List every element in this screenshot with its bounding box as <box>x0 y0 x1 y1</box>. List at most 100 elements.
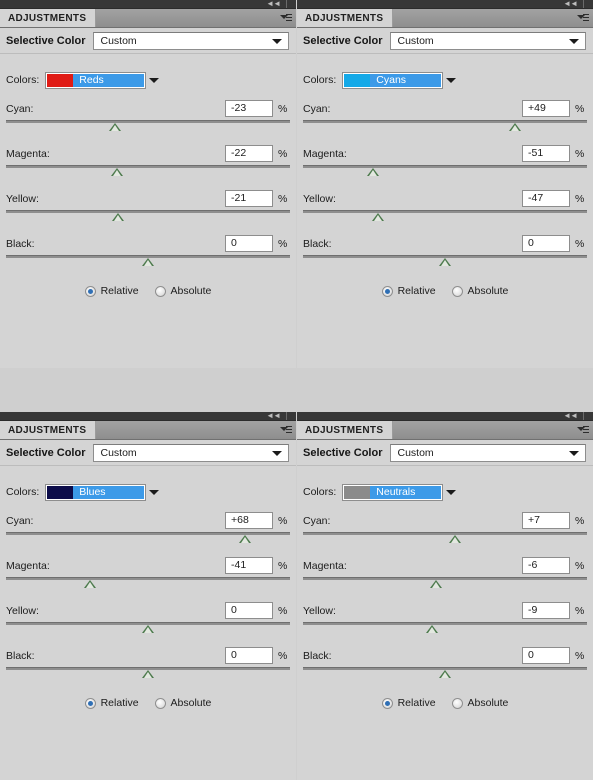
tab-adjustments[interactable]: ADJUSTMENTS <box>0 9 97 27</box>
slider-value-input[interactable]: +68 <box>225 512 273 529</box>
preset-dropdown[interactable]: Custom <box>390 31 586 50</box>
slider-thumb[interactable] <box>142 670 154 678</box>
slider-value-input[interactable]: +7 <box>522 512 570 529</box>
colors-dropdown[interactable]: Reds <box>45 71 147 89</box>
slider-thumb[interactable] <box>238 535 251 543</box>
slider-value-input[interactable]: -6 <box>522 557 570 574</box>
slider-thumb[interactable] <box>426 625 439 633</box>
slider-thumb[interactable] <box>430 580 443 588</box>
tab-adjustments[interactable]: ADJUSTMENTS <box>297 421 394 439</box>
slider-track-wrap[interactable] <box>6 577 290 593</box>
tab-adjustments[interactable]: ADJUSTMENTS <box>0 421 97 439</box>
slider-track-wrap[interactable] <box>6 255 290 271</box>
colors-dropdown-arrow[interactable] <box>443 484 459 501</box>
radio-relative[interactable]: Relative <box>84 285 139 297</box>
slider-track-wrap[interactable] <box>303 667 587 683</box>
slider-value-input[interactable]: +49 <box>522 100 570 117</box>
colors-dropdown-arrow[interactable] <box>146 72 162 89</box>
slider-value-input[interactable]: 0 <box>225 647 273 664</box>
collapse-to-icons-icon[interactable]: ◄◄ <box>266 412 281 420</box>
radio-absolute[interactable]: Absolute <box>451 697 508 709</box>
slider-value-input[interactable]: 0 <box>522 235 570 252</box>
slider-track-wrap[interactable] <box>6 622 290 638</box>
radio-relative-indicator[interactable] <box>84 285 96 297</box>
slider-thumb[interactable] <box>366 168 379 176</box>
slider-thumb[interactable] <box>142 258 154 266</box>
slider-track-wrap[interactable] <box>6 667 290 683</box>
preset-dropdown[interactable]: Custom <box>93 443 289 462</box>
collapse-to-icons-icon[interactable]: ◄◄ <box>563 412 578 420</box>
panel-menu-icon[interactable] <box>577 425 589 435</box>
slider-track-wrap[interactable] <box>303 532 587 548</box>
panel-menu-icon[interactable] <box>280 425 292 435</box>
slider-thumb[interactable] <box>112 213 125 221</box>
radio-relative-indicator[interactable] <box>84 697 96 709</box>
slider-value-input[interactable]: 0 <box>522 647 570 664</box>
colors-dropdown[interactable]: Cyans <box>342 71 444 89</box>
radio-absolute-indicator[interactable] <box>451 697 463 709</box>
radio-relative[interactable]: Relative <box>381 697 436 709</box>
slider-black: Black: 0 % <box>6 647 290 683</box>
slider-thumb[interactable] <box>110 168 123 176</box>
radio-absolute[interactable]: Absolute <box>154 697 211 709</box>
slider-value-input[interactable]: -47 <box>522 190 570 207</box>
slider-track-wrap[interactable] <box>303 120 587 136</box>
adjustments-panel-blues: ◄◄ ADJUSTMENTS Selective Color Custom Co… <box>0 412 296 780</box>
radio-relative-indicator[interactable] <box>381 697 393 709</box>
slider-value-input[interactable]: -9 <box>522 602 570 619</box>
collapse-to-icons-icon[interactable]: ◄◄ <box>563 0 578 8</box>
color-group-value: Cyans <box>370 73 442 87</box>
radio-absolute-label: Absolute <box>170 285 212 297</box>
radio-relative[interactable]: Relative <box>381 285 436 297</box>
slider-thumb[interactable] <box>439 670 451 678</box>
slider-thumb[interactable] <box>439 258 451 266</box>
percent-label: % <box>278 102 288 115</box>
radio-absolute[interactable]: Absolute <box>154 285 212 297</box>
panel-menu-icon[interactable] <box>577 13 589 23</box>
colors-dropdown[interactable]: Neutrals <box>342 483 444 501</box>
slider-track-wrap[interactable] <box>6 532 290 548</box>
slider-value-input[interactable]: -21 <box>225 190 273 207</box>
chevron-down-icon <box>149 78 160 83</box>
radio-relative-indicator[interactable] <box>381 285 393 297</box>
slider-track-wrap[interactable] <box>303 577 587 593</box>
slider-thumb[interactable] <box>508 123 521 131</box>
slider-track-wrap[interactable] <box>6 210 290 226</box>
radio-absolute[interactable]: Absolute <box>451 285 508 297</box>
slider-track-wrap[interactable] <box>303 210 587 226</box>
radio-absolute-indicator[interactable] <box>154 697 166 709</box>
slider-label: Magenta: <box>6 147 50 160</box>
slider-thumb[interactable] <box>372 213 385 221</box>
slider-cyan: Cyan: +49 % <box>303 100 587 136</box>
slider-value-input[interactable]: -41 <box>225 557 273 574</box>
preset-dropdown[interactable]: Custom <box>93 31 289 50</box>
tab-adjustments[interactable]: ADJUSTMENTS <box>297 9 394 27</box>
colors-dropdown-arrow[interactable] <box>146 484 162 501</box>
slider-thumb[interactable] <box>83 580 96 588</box>
radio-relative[interactable]: Relative <box>84 697 139 709</box>
panel-tab-bar: ADJUSTMENTS <box>297 421 593 440</box>
slider-track-wrap[interactable] <box>303 165 587 181</box>
radio-absolute-indicator[interactable] <box>154 285 166 297</box>
slider-track-wrap[interactable] <box>6 120 290 136</box>
slider-track-wrap[interactable] <box>303 622 587 638</box>
slider-value-wrap: -22 % <box>225 145 290 162</box>
slider-thumb[interactable] <box>109 123 122 131</box>
colors-dropdown-arrow[interactable] <box>443 72 459 89</box>
slider-value-input[interactable]: -51 <box>522 145 570 162</box>
preset-dropdown[interactable]: Custom <box>390 443 586 462</box>
slider-value-input[interactable]: 0 <box>225 235 273 252</box>
percent-label: % <box>575 604 585 617</box>
method-radio-group: Relative Absolute <box>303 697 587 709</box>
colors-dropdown[interactable]: Blues <box>45 483 147 501</box>
slider-value-input[interactable]: -23 <box>225 100 273 117</box>
slider-track-wrap[interactable] <box>6 165 290 181</box>
slider-thumb[interactable] <box>142 625 154 633</box>
panel-menu-icon[interactable] <box>280 13 292 23</box>
slider-thumb[interactable] <box>448 535 461 543</box>
radio-absolute-indicator[interactable] <box>451 285 463 297</box>
slider-value-input[interactable]: 0 <box>225 602 273 619</box>
slider-value-input[interactable]: -22 <box>225 145 273 162</box>
slider-track-wrap[interactable] <box>303 255 587 271</box>
collapse-to-icons-icon[interactable]: ◄◄ <box>266 0 281 8</box>
